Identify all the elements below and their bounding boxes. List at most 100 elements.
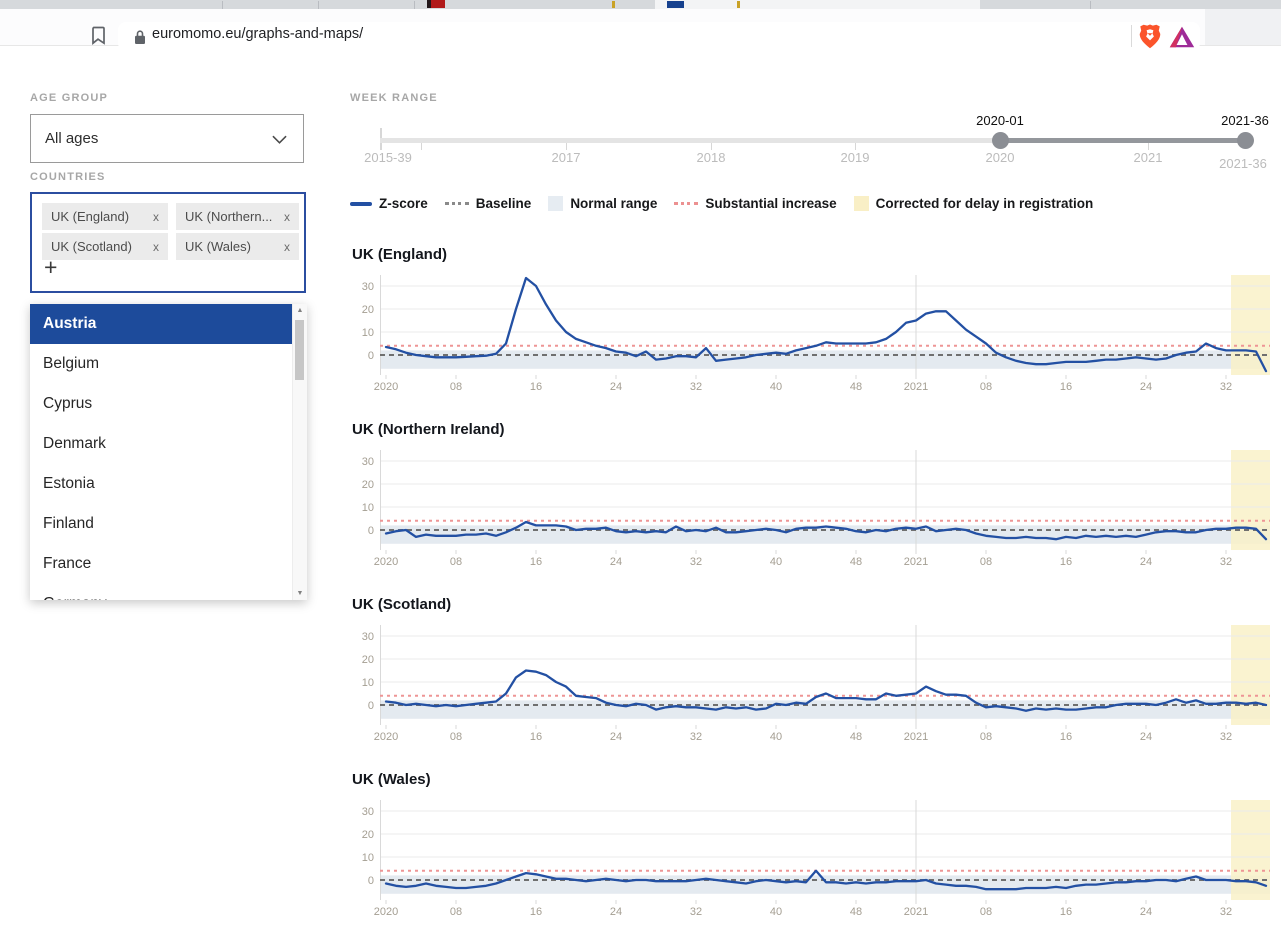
country-chip-uk-england[interactable]: UK (England) x (42, 203, 168, 230)
svg-text:16: 16 (530, 556, 542, 568)
svg-text:2020: 2020 (374, 556, 398, 568)
country-dropdown-list[interactable]: Austria Belgium Cyprus Denmark Estonia F… (30, 304, 307, 600)
svg-text:2021: 2021 (904, 731, 928, 743)
legend-label: Substantial increase (705, 196, 837, 211)
tab-separator (318, 1, 319, 9)
countries-multiselect[interactable]: UK (England) x UK (Northern... x UK (Sco… (30, 192, 306, 293)
lock-icon[interactable] (134, 29, 146, 45)
add-country-button[interactable]: + (44, 256, 57, 279)
chart-title-uk-wales: UK (Wales) (352, 771, 431, 788)
svg-text:08: 08 (980, 381, 992, 393)
svg-text:10: 10 (362, 677, 374, 689)
svg-text:16: 16 (530, 381, 542, 393)
browser-toolbar: euromomo.eu/graphs-and-maps/ (0, 9, 1281, 51)
normal-range-swatch (548, 196, 564, 211)
toolbar-divider (1131, 25, 1132, 47)
svg-text:08: 08 (450, 731, 462, 743)
browser-tab-strip[interactable] (0, 0, 1281, 9)
tab-favicon-red-icon (427, 0, 445, 8)
dropdown-item-austria[interactable]: Austria (30, 304, 293, 344)
scroll-down-icon[interactable]: ▼ (293, 590, 307, 597)
country-chip-uk-wales[interactable]: UK (Wales) x (176, 233, 299, 260)
legend-item-substantial-increase: Substantial increase (674, 196, 837, 211)
year-tick (711, 143, 712, 150)
svg-text:16: 16 (1060, 731, 1072, 743)
dropdown-item-germany[interactable]: Germany (30, 584, 293, 600)
svg-text:0: 0 (368, 700, 374, 712)
slider-tick-label: 2021 (1133, 150, 1163, 165)
svg-text:20: 20 (362, 479, 374, 491)
svg-text:32: 32 (690, 556, 702, 568)
dropdown-item-cyprus[interactable]: Cyprus (30, 384, 293, 424)
bat-triangle-icon[interactable] (1169, 26, 1195, 48)
dropdown-item-france[interactable]: France (30, 544, 293, 584)
chart-title-uk-northern-ireland: UK (Northern Ireland) (352, 421, 505, 438)
svg-text:08: 08 (980, 556, 992, 568)
slider-tick-label: 2020 (985, 150, 1015, 165)
tab-favicon-amber-icon (737, 1, 740, 8)
slider-tick-label: 2015-39 (364, 150, 412, 165)
chip-remove-icon[interactable]: x (153, 240, 159, 254)
svg-text:40: 40 (770, 556, 782, 568)
svg-text:10: 10 (362, 502, 374, 514)
year-tick (855, 143, 856, 150)
bookmark-icon[interactable] (91, 26, 105, 45)
svg-text:08: 08 (450, 556, 462, 568)
week-range-selected-track[interactable] (1000, 138, 1245, 143)
svg-text:40: 40 (770, 906, 782, 918)
chip-remove-icon[interactable]: x (284, 240, 290, 254)
week-range-label: WEEK RANGE (350, 92, 438, 104)
svg-text:16: 16 (1060, 381, 1072, 393)
svg-text:10: 10 (362, 327, 374, 339)
svg-text:16: 16 (1060, 556, 1072, 568)
svg-text:2020: 2020 (374, 731, 398, 743)
svg-text:24: 24 (610, 731, 622, 743)
chip-remove-icon[interactable]: x (284, 210, 290, 224)
active-tab[interactable] (655, 0, 980, 9)
svg-text:32: 32 (1220, 381, 1232, 393)
svg-text:2021: 2021 (904, 381, 928, 393)
svg-text:0: 0 (368, 350, 374, 362)
svg-text:48: 48 (850, 381, 862, 393)
svg-text:30: 30 (362, 631, 374, 643)
svg-text:08: 08 (450, 906, 462, 918)
week-range-end-handle[interactable] (1237, 132, 1254, 149)
legend-label: Normal range (570, 196, 658, 211)
dropdown-item-finland[interactable]: Finland (30, 504, 293, 544)
dropdown-scrollbar[interactable]: ▲ ▼ (292, 304, 307, 600)
tab-favicon-euromomo-icon (667, 1, 684, 8)
svg-text:20: 20 (362, 654, 374, 666)
dropdown-item-estonia[interactable]: Estonia (30, 464, 293, 504)
country-chip-uk-scotland[interactable]: UK (Scotland) x (42, 233, 168, 260)
svg-text:30: 30 (362, 281, 374, 293)
dropdown-item-belgium[interactable]: Belgium (30, 344, 293, 384)
svg-text:48: 48 (850, 731, 862, 743)
scroll-up-icon[interactable]: ▲ (293, 307, 307, 314)
svg-text:32: 32 (690, 381, 702, 393)
url-text[interactable]: euromomo.eu/graphs-and-maps/ (152, 26, 363, 42)
svg-text:24: 24 (1140, 731, 1152, 743)
age-group-select[interactable]: All ages (30, 114, 304, 163)
slider-tick-label: 2018 (696, 150, 726, 165)
svg-text:16: 16 (1060, 906, 1072, 918)
scrollbar-thumb[interactable] (295, 320, 304, 380)
countries-label: COUNTRIES (30, 171, 106, 183)
tab-separator (1090, 1, 1091, 9)
chip-label: UK (England) (51, 209, 130, 224)
age-group-label: AGE GROUP (30, 92, 109, 104)
year-tick (421, 143, 422, 150)
chip-remove-icon[interactable]: x (153, 210, 159, 224)
country-chip-uk-northern-ireland[interactable]: UK (Northern... x (176, 203, 299, 230)
svg-text:16: 16 (530, 906, 542, 918)
legend-item-normal-range: Normal range (548, 196, 657, 211)
svg-text:0: 0 (368, 525, 374, 537)
svg-text:48: 48 (850, 556, 862, 568)
dropdown-item-denmark[interactable]: Denmark (30, 424, 293, 464)
slider-tick-label: 2019 (840, 150, 870, 165)
week-range-start-handle[interactable] (992, 132, 1009, 149)
svg-text:32: 32 (690, 731, 702, 743)
svg-text:08: 08 (980, 731, 992, 743)
chip-label: UK (Wales) (185, 239, 251, 254)
svg-text:08: 08 (980, 906, 992, 918)
brave-shield-icon[interactable] (1139, 24, 1161, 49)
